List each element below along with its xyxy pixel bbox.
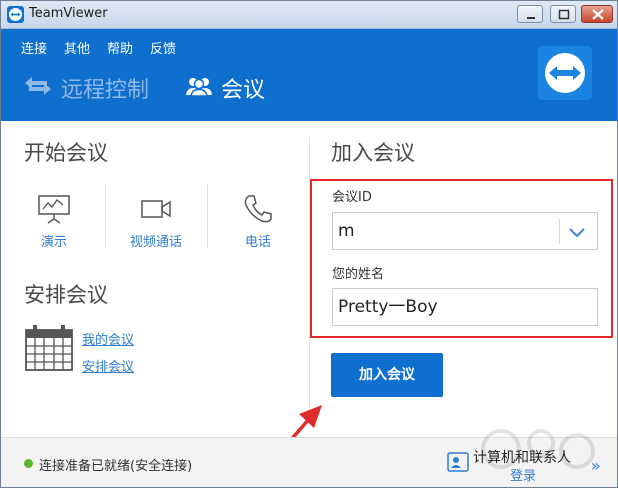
join-meeting-button[interactable]: 加入会议 xyxy=(331,353,443,397)
status-indicator-icon xyxy=(24,459,33,468)
login-link[interactable]: 登录 xyxy=(510,465,536,484)
presentation-label: 演示 xyxy=(40,235,67,250)
phone-label: 电话 xyxy=(244,235,271,250)
teamviewer-logo xyxy=(538,46,592,100)
minimize-button[interactable] xyxy=(517,5,543,23)
schedule-meeting-title: 安排会议 xyxy=(24,283,108,307)
video-call-label: 视频通话 xyxy=(129,235,182,250)
start-presentation-option[interactable]: 演示 xyxy=(14,191,94,250)
status-bar: 连接准备已就绪(安全连接) 计算机和联系人 登录 » xyxy=(1,437,617,487)
video-camera-icon xyxy=(116,191,196,227)
connection-status: 连接准备已就绪(安全连接) xyxy=(39,459,193,474)
option-divider xyxy=(207,184,208,248)
start-phone-call-option[interactable]: 电话 xyxy=(218,191,298,250)
title-bar: TeamViewer xyxy=(1,1,617,29)
my-meetings-link[interactable]: 我的会议 xyxy=(82,329,134,348)
teamviewer-window: TeamViewer 连接 其他 帮助 反馈 远程控制 会议 开始会议 演示 视… xyxy=(0,0,618,488)
calendar-icon xyxy=(24,324,74,378)
meeting-id-label: 会议ID xyxy=(332,190,372,205)
menu-item-help[interactable]: 帮助 xyxy=(107,38,133,57)
start-video-call-option[interactable]: 视频通话 xyxy=(116,191,196,250)
contacts-icon[interactable] xyxy=(447,452,469,476)
tab-remote-control-label: 远程控制 xyxy=(61,78,150,103)
presentation-icon xyxy=(14,191,94,227)
header-bar: 连接 其他 帮助 反馈 远程控制 会议 xyxy=(1,29,617,121)
join-meeting-title: 加入会议 xyxy=(331,141,415,165)
double-chevron-right-icon[interactable]: » xyxy=(591,456,601,475)
phone-icon xyxy=(218,191,298,227)
teamviewer-app-icon xyxy=(7,6,24,23)
option-divider xyxy=(105,184,106,248)
tab-meeting[interactable]: 会议 xyxy=(185,73,265,103)
schedule-meeting-link[interactable]: 安排会议 xyxy=(82,356,134,375)
tab-remote-control[interactable]: 远程控制 xyxy=(23,73,149,103)
people-icon xyxy=(185,75,213,101)
computers-contacts-label[interactable]: 计算机和联系人 xyxy=(473,447,571,467)
menu-item-feedback[interactable]: 反馈 xyxy=(150,38,176,57)
window-title: TeamViewer xyxy=(29,6,108,21)
maximize-button[interactable] xyxy=(550,5,576,23)
menu-item-other[interactable]: 其他 xyxy=(64,38,90,57)
dropdown-separator xyxy=(559,219,560,244)
chevron-down-icon[interactable] xyxy=(565,221,589,247)
start-meeting-title: 开始会议 xyxy=(24,141,108,165)
tab-meeting-label: 会议 xyxy=(221,78,266,103)
your-name-label: 您的姓名 xyxy=(332,267,385,282)
your-name-input[interactable]: Pretty一Boy xyxy=(332,288,598,326)
menu-bar: 连接 其他 帮助 反馈 xyxy=(21,38,176,57)
menu-item-connect[interactable]: 连接 xyxy=(21,38,47,57)
double-arrow-icon xyxy=(23,75,53,101)
close-button[interactable] xyxy=(581,5,613,23)
